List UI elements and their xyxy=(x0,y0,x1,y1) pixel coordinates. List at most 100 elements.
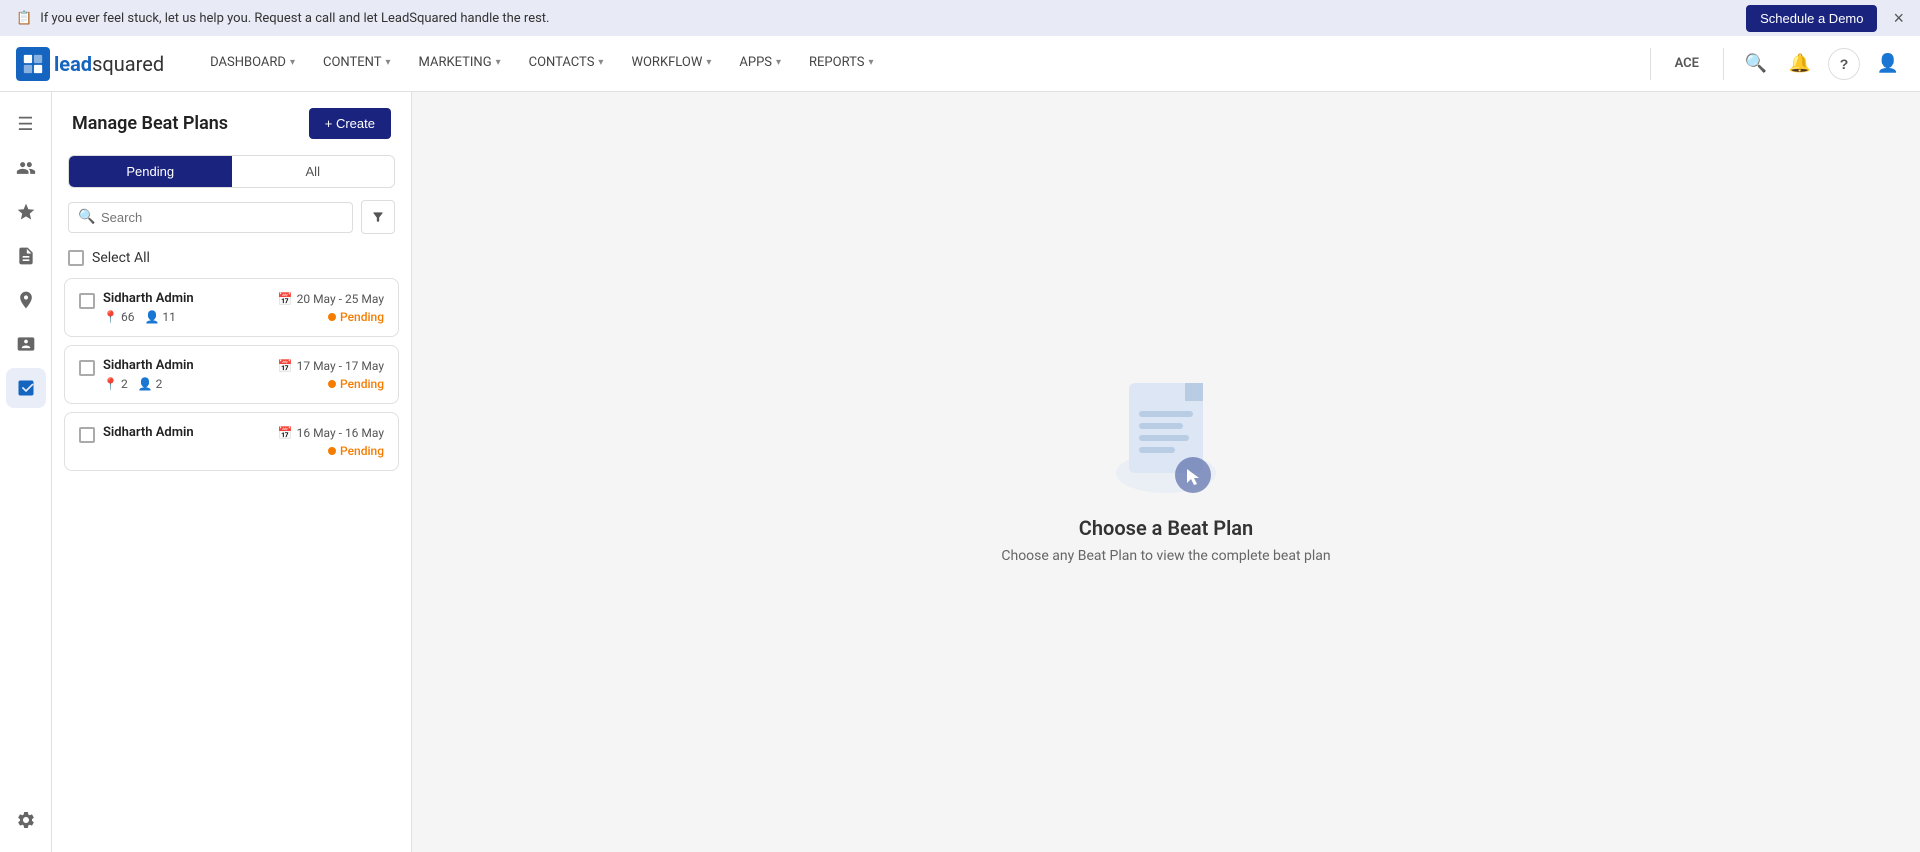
card-checkbox-2[interactable] xyxy=(79,360,95,376)
search-icon: 🔍 xyxy=(78,209,95,225)
nav-item-dashboard[interactable]: DASHBOARD ▾ xyxy=(196,36,309,92)
tab-all[interactable]: All xyxy=(232,156,395,187)
nav-right-icons: ACE 🔍 🔔 ? 👤 xyxy=(1646,48,1904,80)
close-announcement-button[interactable]: × xyxy=(1893,8,1904,29)
select-all-checkbox[interactable] xyxy=(68,250,84,266)
sidebar-star-button[interactable] xyxy=(6,192,46,232)
chevron-down-icon: ▾ xyxy=(385,57,390,68)
schedule-demo-button[interactable]: Schedule a Demo xyxy=(1746,5,1877,32)
beat-plan-illustration xyxy=(1111,373,1221,503)
nav-divider xyxy=(1723,48,1724,80)
locations-stat: 📍 66 xyxy=(103,310,134,324)
sidebar-menu-button[interactable]: ☰ xyxy=(6,104,46,144)
checkbox-icon[interactable] xyxy=(79,427,95,443)
announcement-bar: 📋 If you ever feel stuck, let us help yo… xyxy=(0,0,1920,36)
chevron-down-icon: ▾ xyxy=(868,57,873,68)
search-button[interactable]: 🔍 xyxy=(1740,48,1772,80)
card-top-1: Sidharth Admin 📅 20 May - 25 May xyxy=(103,291,384,306)
chevron-down-icon: ▾ xyxy=(496,57,501,68)
sidebar-document-button[interactable] xyxy=(6,236,46,276)
card-dates-2: 📅 17 May - 17 May xyxy=(278,359,384,373)
people-stat: 👤 2 xyxy=(138,377,163,391)
beat-plan-card-1[interactable]: Sidharth Admin 📅 20 May - 25 May 📍 66 xyxy=(64,278,399,337)
card-stats-2: 📍 2 👤 2 xyxy=(103,377,162,391)
card-name-2: Sidharth Admin xyxy=(103,358,194,373)
create-beat-plan-button[interactable]: + Create xyxy=(309,108,391,139)
help-button[interactable]: ? xyxy=(1828,48,1860,80)
nav-item-marketing[interactable]: MARKETING ▾ xyxy=(405,36,515,92)
card-dates-3: 📅 16 May - 16 May xyxy=(278,426,384,440)
checkbox-icon[interactable] xyxy=(79,360,95,376)
empty-title: Choose a Beat Plan xyxy=(1079,516,1253,540)
sidebar-contacts-group-button[interactable] xyxy=(6,148,46,188)
nav-item-reports[interactable]: REPORTS ▾ xyxy=(795,36,887,92)
empty-illustration xyxy=(1106,380,1226,500)
pending-dot-icon xyxy=(328,447,336,455)
beat-plan-tabs: Pending All xyxy=(68,155,395,188)
beat-plans-list: Sidharth Admin 📅 20 May - 25 May 📍 66 xyxy=(52,278,411,471)
nav-item-apps[interactable]: APPS ▾ xyxy=(725,36,795,92)
logo-squared: squared xyxy=(92,52,164,76)
location-icon: 📍 xyxy=(103,377,118,391)
pending-dot-icon xyxy=(328,380,336,388)
card-bottom-2: 📍 2 👤 2 Pending xyxy=(103,377,384,391)
tab-pending[interactable]: Pending xyxy=(69,156,232,187)
logo-area: leadsquared xyxy=(16,47,164,81)
logo-icon xyxy=(16,47,50,81)
sidebar-settings-button[interactable] xyxy=(6,800,46,840)
pending-badge-2: Pending xyxy=(328,377,384,391)
search-filter-row: 🔍 xyxy=(52,200,411,246)
beat-panel-title: Manage Beat Plans xyxy=(72,113,228,134)
card-name-1: Sidharth Admin xyxy=(103,291,194,306)
select-all-row: Select All xyxy=(52,246,411,278)
card-top-3: Sidharth Admin 📅 16 May - 16 May xyxy=(103,425,384,440)
card-dates-1: 📅 20 May - 25 May xyxy=(278,292,384,306)
calendar-icon: 📅 xyxy=(278,292,293,306)
card-checkbox-1[interactable] xyxy=(79,293,95,309)
card-top-2: Sidharth Admin 📅 17 May - 17 May xyxy=(103,358,384,373)
sidebar-contact-card-button[interactable] xyxy=(6,324,46,364)
beat-panel-header: Manage Beat Plans + Create xyxy=(52,92,411,155)
select-all-label[interactable]: Select All xyxy=(92,250,150,266)
filter-button[interactable] xyxy=(361,200,395,234)
card-content-1: Sidharth Admin 📅 20 May - 25 May 📍 66 xyxy=(103,291,384,324)
people-stat: 👤 11 xyxy=(144,310,175,324)
card-checkbox-3[interactable] xyxy=(79,427,95,443)
nav-item-content[interactable]: CONTENT ▾ xyxy=(309,36,405,92)
nav-links: DASHBOARD ▾ CONTENT ▾ MARKETING ▾ CONTAC… xyxy=(196,36,1645,92)
main-content-area: Choose a Beat Plan Choose any Beat Plan … xyxy=(412,92,1920,852)
card-bottom-3: Pending xyxy=(103,444,384,458)
beat-plans-panel: Manage Beat Plans + Create Pending All 🔍… xyxy=(52,92,412,852)
location-icon: 📍 xyxy=(103,310,118,324)
calendar-icon: 📅 xyxy=(278,426,293,440)
card-stats-1: 📍 66 👤 11 xyxy=(103,310,176,324)
main-layout: ☰ Manage Beat Plans + Create xyxy=(0,92,1920,852)
search-input[interactable] xyxy=(68,202,353,233)
sidebar-person-pin-button[interactable] xyxy=(6,280,46,320)
locations-stat: 📍 2 xyxy=(103,377,128,391)
icon-sidebar: ☰ xyxy=(0,92,52,852)
empty-subtitle: Choose any Beat Plan to view the complet… xyxy=(1001,548,1330,564)
card-name-3: Sidharth Admin xyxy=(103,425,194,440)
card-content-2: Sidharth Admin 📅 17 May - 17 May 📍 2 xyxy=(103,358,384,391)
nav-item-workflow[interactable]: WORKFLOW ▾ xyxy=(617,36,725,92)
search-input-wrap: 🔍 xyxy=(68,202,353,233)
logo-lead: lead xyxy=(54,52,92,76)
announcement-icon: 📋 xyxy=(16,11,32,26)
chevron-down-icon: ▾ xyxy=(598,57,603,68)
beat-plan-card-3[interactable]: Sidharth Admin 📅 16 May - 16 May Pending xyxy=(64,412,399,471)
sidebar-beat-plan-button[interactable] xyxy=(6,368,46,408)
people-icon: 👤 xyxy=(138,377,153,391)
checkbox-icon[interactable] xyxy=(79,293,95,309)
nav-divider xyxy=(1650,48,1651,80)
pending-badge-1: Pending xyxy=(328,310,384,324)
beat-plan-card-2[interactable]: Sidharth Admin 📅 17 May - 17 May 📍 2 xyxy=(64,345,399,404)
pending-badge-3: Pending xyxy=(328,444,384,458)
nav-item-contacts[interactable]: CONTACTS ▾ xyxy=(515,36,618,92)
card-content-3: Sidharth Admin 📅 16 May - 16 May Pending xyxy=(103,425,384,458)
card-bottom-1: 📍 66 👤 11 Pending xyxy=(103,310,384,324)
people-icon: 👤 xyxy=(144,310,159,324)
calendar-icon: 📅 xyxy=(278,359,293,373)
notifications-button[interactable]: 🔔 xyxy=(1784,48,1816,80)
user-profile-button[interactable]: 👤 xyxy=(1872,48,1904,80)
